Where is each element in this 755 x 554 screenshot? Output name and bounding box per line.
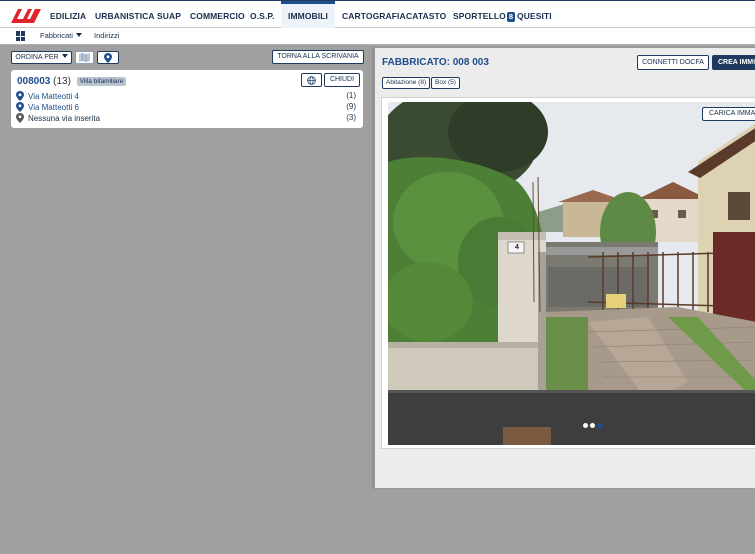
nav-cartografia[interactable]: CARTOGRAFIA (342, 1, 406, 28)
brand-logo-icon[interactable] (11, 8, 41, 24)
grid-menu-icon[interactable] (16, 31, 26, 41)
upload-image-button[interactable]: CARICA IMMAG (702, 107, 755, 121)
nav-catasto[interactable]: CATASTO (406, 1, 446, 28)
carousel-dot[interactable] (590, 423, 595, 428)
address-label: Nessuna via inserita (28, 114, 101, 123)
building-type-badge: Villa bifamiliare (76, 77, 127, 86)
building-code: 008003 (17, 76, 51, 87)
connect-docfa-button[interactable]: CONNETTI DOCFA (637, 55, 709, 70)
nav-immobili[interactable]: IMMOBILI (281, 1, 335, 28)
building-detail-panel: FABBRICATO: 008 003 CONNETTI DOCFA CREA … (374, 48, 755, 488)
back-to-desk-button[interactable]: TORNA ALLA SCRIVANIA (272, 50, 364, 64)
subnav-fabbricati[interactable]: Fabbricati (40, 31, 82, 40)
nav-urbanistica[interactable]: URBANISTICA (95, 1, 155, 28)
photo-viewer: 4 CARICA IMMAG (381, 97, 755, 449)
chevron-down-icon (61, 54, 68, 58)
address-label: Via Matteotti 4 (28, 92, 79, 101)
address-count: (9) (346, 102, 356, 111)
location-pin-icon (16, 102, 24, 112)
address-count: (3) (346, 113, 356, 122)
sort-by-dropdown[interactable]: ORDINA PER (11, 51, 72, 64)
address-row[interactable]: Nessuna via inserita (3) (16, 113, 360, 124)
filter-pill-abitazione[interactable]: Abitazione (8) (382, 77, 431, 89)
address-count: (1) (346, 91, 356, 100)
subnav-fabbricati-label: Fabbricati (40, 31, 73, 40)
globe-icon (307, 76, 316, 85)
nav-sportello-label: SPORTELLO (453, 11, 506, 21)
subnav-indirizzi[interactable]: Indirizzi (94, 31, 119, 40)
address-label: Via Matteotti 6 (28, 103, 79, 112)
sportello-badge: 8 (506, 12, 516, 22)
address-row[interactable]: Via Matteotti 6 (9) (16, 102, 360, 113)
nav-edilizia[interactable]: EDILIZIA (50, 1, 86, 28)
carousel-dot-active[interactable] (597, 422, 603, 429)
create-property-button[interactable]: CREA IMMO (712, 55, 755, 70)
nav-commercio[interactable]: COMMERCIO (190, 1, 245, 28)
location-pin-icon (16, 91, 24, 101)
address-row[interactable]: Via Matteotti 4 (1) (16, 91, 360, 102)
map-icon (79, 53, 90, 62)
close-card-button[interactable]: CHIUDI (324, 73, 360, 87)
top-navbar: EDILIZIA URBANISTICA SUAP COMMERCIO O.S.… (0, 0, 755, 28)
building-card-title[interactable]: 008003 (13) Villa bifamiliare (17, 76, 127, 87)
nav-quesiti[interactable]: QUESITI (517, 1, 552, 28)
nav-osp[interactable]: O.S.P. (250, 1, 275, 28)
location-pin-icon (104, 53, 112, 63)
location-pin-icon (16, 113, 24, 123)
building-photo: 4 (388, 102, 755, 445)
chevron-down-icon (75, 33, 82, 37)
location-button[interactable] (97, 51, 119, 64)
building-card: 008003 (13) Villa bifamiliare CHIUDI Via… (11, 70, 363, 128)
filter-pill-box[interactable]: Box (5) (431, 77, 460, 89)
nav-suap[interactable]: SUAP (157, 1, 181, 28)
sort-by-label: ORDINA PER (15, 54, 59, 61)
globe-button[interactable] (301, 73, 322, 87)
building-detail-title: FABBRICATO: 008 003 (382, 57, 489, 68)
house-number-plate: 4 (515, 244, 519, 251)
building-count: (13) (53, 76, 71, 87)
map-view-button[interactable] (75, 51, 94, 64)
nav-sportello[interactable]: SPORTELLO 8 (453, 1, 516, 28)
carousel-dot[interactable] (583, 423, 588, 428)
panel-footer (375, 456, 755, 488)
sub-navbar: Fabbricati Indirizzi (0, 28, 755, 45)
